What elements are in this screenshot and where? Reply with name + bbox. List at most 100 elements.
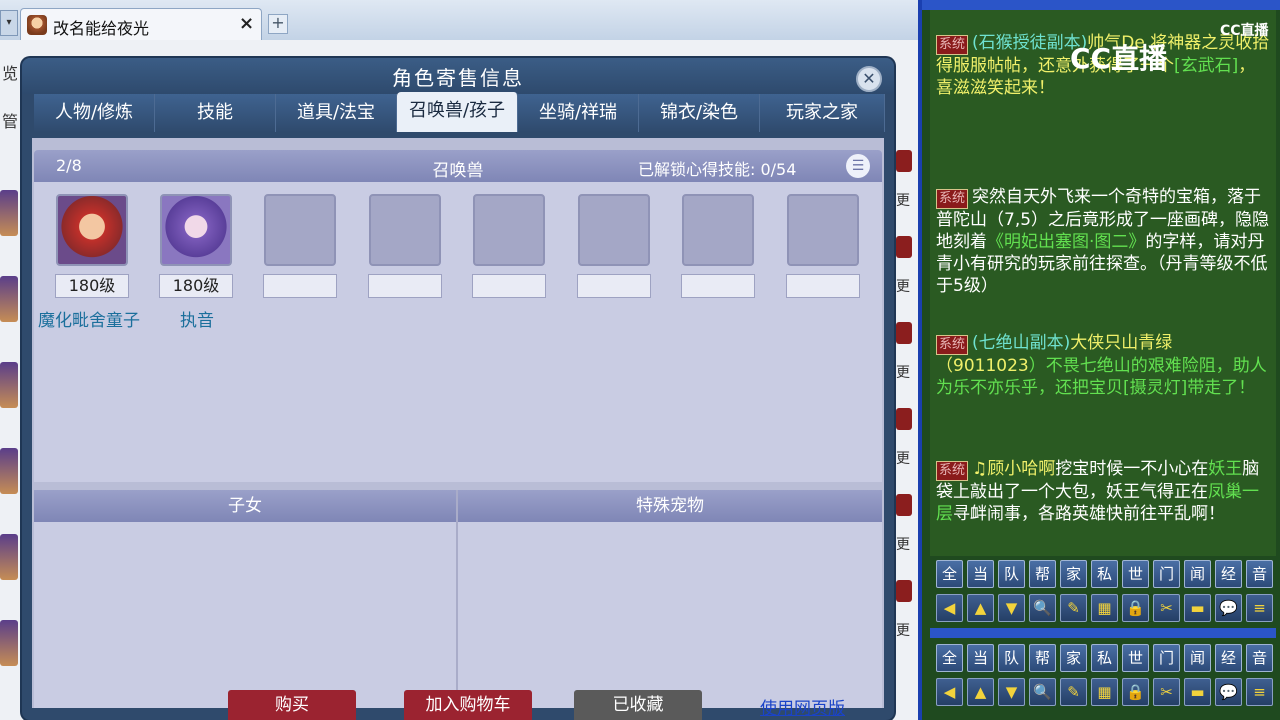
channel-all-button[interactable]: 全 bbox=[936, 644, 963, 672]
broom-icon[interactable]: ✂ bbox=[1153, 594, 1180, 622]
side-buy-button[interactable] bbox=[896, 494, 912, 516]
folder-icon[interactable]: ▬ bbox=[1184, 678, 1211, 706]
arrow-down-icon[interactable]: ▼ bbox=[998, 678, 1025, 706]
grid-icon[interactable]: ▦ bbox=[1091, 594, 1118, 622]
section-divider bbox=[456, 490, 458, 708]
magnifier-icon[interactable]: 🔍 bbox=[1029, 594, 1056, 622]
list-icon[interactable]: ≡ bbox=[1246, 594, 1273, 622]
side-buy-button[interactable] bbox=[896, 322, 912, 344]
channel-news-button[interactable]: 闻 bbox=[1184, 644, 1211, 672]
pet-slot[interactable] bbox=[578, 194, 650, 266]
channel-sect-button[interactable]: 门 bbox=[1153, 560, 1180, 588]
pet-level bbox=[472, 274, 546, 298]
pet-slot[interactable] bbox=[369, 194, 441, 266]
tab-items[interactable]: 道具/法宝 bbox=[276, 94, 397, 132]
channel-world-button[interactable]: 世 bbox=[1122, 644, 1149, 672]
dialog-title: 角色寄售信息 bbox=[392, 66, 524, 90]
message-part: 挖宝时候一不小心在 bbox=[1055, 459, 1209, 479]
tab-outfits[interactable]: 锦衣/染色 bbox=[639, 94, 760, 132]
channel-sect-button[interactable]: 门 bbox=[1153, 644, 1180, 672]
pet-slot[interactable] bbox=[682, 194, 754, 266]
note-icon[interactable]: ✎ bbox=[1060, 678, 1087, 706]
lock-icon[interactable]: 🔒 bbox=[1122, 678, 1149, 706]
channel-family-button[interactable]: 家 bbox=[1060, 560, 1087, 588]
message-part: 寻衅闹事，各路英雄快前往平乱啊！ bbox=[953, 504, 1225, 524]
channel-exp-button[interactable]: 经 bbox=[1215, 560, 1242, 588]
chat-top-bar bbox=[922, 0, 1280, 10]
tab-close-icon[interactable]: × bbox=[239, 13, 254, 34]
pet-slot[interactable] bbox=[787, 194, 859, 266]
tab-skills[interactable]: 技能 bbox=[155, 94, 276, 132]
pet-slot[interactable] bbox=[264, 194, 336, 266]
channel-exp-button[interactable]: 经 bbox=[1215, 644, 1242, 672]
channel-voice-button[interactable]: 音 bbox=[1246, 560, 1273, 588]
channel-private-button[interactable]: 私 bbox=[1091, 644, 1118, 672]
channel-private-button[interactable]: 私 bbox=[1091, 560, 1118, 588]
character-avatar bbox=[0, 448, 18, 494]
chat-tool-row-2: ◀ ▲ ▼ 🔍 ✎ ▦ 🔒 ✂ ▬ 💬 ≡ bbox=[936, 678, 1276, 706]
magnifier-icon[interactable]: 🔍 bbox=[1029, 678, 1056, 706]
channel-world-button[interactable]: 世 bbox=[1122, 560, 1149, 588]
folder-icon[interactable]: ▬ bbox=[1184, 594, 1211, 622]
side-buy-button[interactable] bbox=[896, 150, 912, 172]
broom-icon[interactable]: ✂ bbox=[1153, 678, 1180, 706]
note-icon[interactable]: ✎ bbox=[1060, 594, 1087, 622]
message-part: 妖王 bbox=[1208, 459, 1243, 479]
channel-team-button[interactable]: 队 bbox=[998, 560, 1025, 588]
tab-character[interactable]: 人物/修炼 bbox=[34, 94, 155, 132]
system-tag: 系统 bbox=[936, 35, 969, 55]
browser-tab-bar: ▾ 改名能给夜光 × + bbox=[0, 0, 918, 41]
arrow-up-icon[interactable]: ▲ bbox=[967, 594, 994, 622]
arrow-left-icon[interactable]: ◀ bbox=[936, 678, 963, 706]
side-buy-button[interactable] bbox=[896, 408, 912, 430]
character-avatar bbox=[0, 362, 18, 408]
side-more-link[interactable]: 更 bbox=[896, 620, 912, 640]
pet-slot[interactable] bbox=[56, 194, 128, 266]
side-more-link[interactable]: 更 bbox=[896, 276, 912, 296]
speech-icon[interactable]: 💬 bbox=[1215, 594, 1242, 622]
channel-current-button[interactable]: 当 bbox=[967, 560, 994, 588]
pet-name[interactable]: 执音 bbox=[180, 306, 214, 331]
new-tab-button[interactable]: + bbox=[268, 14, 288, 34]
tab-avatar-icon bbox=[27, 15, 47, 35]
speech-icon[interactable]: 💬 bbox=[1215, 678, 1242, 706]
channel-current-button[interactable]: 当 bbox=[967, 644, 994, 672]
tab-dropdown-button[interactable]: ▾ bbox=[0, 10, 18, 36]
channel-guild-button[interactable]: 帮 bbox=[1029, 644, 1056, 672]
channel-voice-button[interactable]: 音 bbox=[1246, 644, 1273, 672]
side-more-link[interactable]: 更 bbox=[896, 362, 912, 382]
tab-mounts[interactable]: 坐骑/祥瑞 bbox=[518, 94, 639, 132]
side-buy-button[interactable] bbox=[896, 580, 912, 602]
list-icon[interactable]: ≡ bbox=[1246, 678, 1273, 706]
arrow-down-icon[interactable]: ▼ bbox=[998, 594, 1025, 622]
grid-icon[interactable]: ▦ bbox=[1091, 678, 1118, 706]
channel-all-button[interactable]: 全 bbox=[936, 560, 963, 588]
tab-pets[interactable]: 召唤兽/孩子 bbox=[397, 92, 518, 132]
arrow-up-icon[interactable]: ▲ bbox=[967, 678, 994, 706]
list-menu-icon[interactable]: ☰ bbox=[846, 154, 870, 178]
lock-icon[interactable]: 🔒 bbox=[1122, 594, 1149, 622]
close-icon[interactable]: ✕ bbox=[856, 66, 882, 92]
consignment-dialog: 角色寄售信息 ✕ 人物/修炼 技能 道具/法宝 召唤兽/孩子 坐骑/祥瑞 锦衣/… bbox=[22, 58, 894, 720]
side-more-link[interactable]: 更 bbox=[896, 448, 912, 468]
buy-button[interactable]: 购买 bbox=[228, 690, 356, 720]
message-part: ♫顾小哈啊 bbox=[972, 459, 1056, 479]
character-avatar bbox=[0, 620, 18, 666]
pet-slot[interactable] bbox=[473, 194, 545, 266]
tab-home[interactable]: 玩家之家 bbox=[760, 94, 885, 132]
channel-family-button[interactable]: 家 bbox=[1060, 644, 1087, 672]
side-more-link[interactable]: 更 bbox=[896, 190, 912, 210]
side-buy-button[interactable] bbox=[896, 236, 912, 258]
channel-news-button[interactable]: 闻 bbox=[1184, 560, 1211, 588]
browser-tab[interactable]: 改名能给夜光 × bbox=[20, 8, 262, 40]
pet-name[interactable]: 魔化毗舍童子 bbox=[38, 306, 140, 331]
pet-slot[interactable] bbox=[160, 194, 232, 266]
message-part: (七绝山副本) bbox=[972, 333, 1071, 353]
arrow-left-icon[interactable]: ◀ bbox=[936, 594, 963, 622]
add-to-cart-button[interactable]: 加入购物车 bbox=[404, 690, 532, 720]
channel-guild-button[interactable]: 帮 bbox=[1029, 560, 1056, 588]
web-version-link[interactable]: 使用网页版 bbox=[760, 694, 845, 719]
side-more-link[interactable]: 更 bbox=[896, 534, 912, 554]
favorited-button[interactable]: 已收藏 bbox=[574, 690, 702, 720]
channel-team-button[interactable]: 队 bbox=[998, 644, 1025, 672]
